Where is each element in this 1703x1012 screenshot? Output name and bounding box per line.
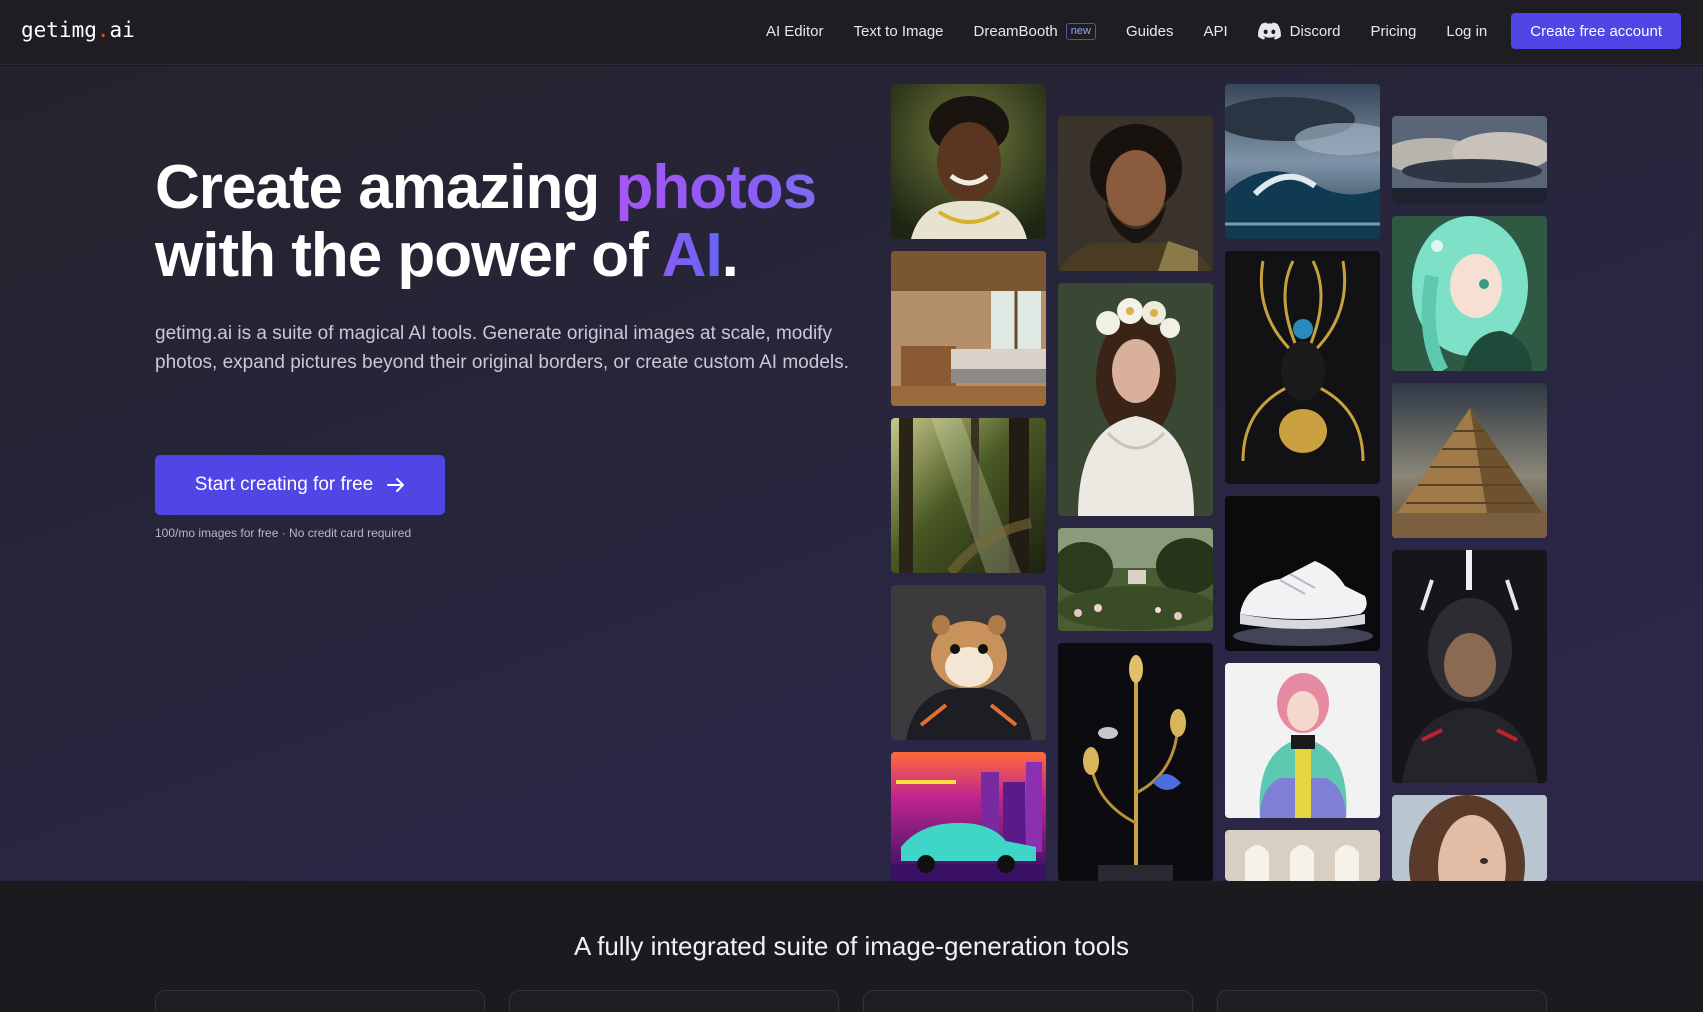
woman-portrait-image[interactable] — [1392, 795, 1547, 881]
bedroom-interior-image[interactable] — [891, 251, 1046, 406]
feature-card[interactable] — [1217, 990, 1547, 1012]
nav-api[interactable]: API — [1203, 23, 1227, 40]
main-nav: AI Editor Text to Image DreamBooth new G… — [766, 13, 1681, 49]
top-navbar: getimg.ai AI Editor Text to Image DreamB… — [0, 0, 1703, 65]
portrait-smiling-man-image[interactable] — [891, 84, 1046, 239]
nav-guides[interactable]: Guides — [1126, 23, 1174, 40]
nav-login[interactable]: Log in — [1446, 23, 1487, 40]
golden-mask-figure-image[interactable] — [1225, 251, 1380, 484]
synthwave-car-image[interactable] — [891, 752, 1046, 881]
feature-card[interactable] — [863, 990, 1193, 1012]
feature-card[interactable] — [155, 990, 485, 1012]
hero-section: Create amazing photos with the power of … — [0, 66, 1703, 881]
flower-crown-woman-image[interactable] — [1058, 283, 1213, 516]
stormy-ocean-image[interactable] — [1225, 84, 1380, 239]
features-section: A fully integrated suite of image-genera… — [0, 881, 1703, 1012]
features-title: A fully integrated suite of image-genera… — [573, 931, 1129, 961]
create-account-button[interactable]: Create free account — [1511, 13, 1681, 49]
golden-plant-sculpture-image[interactable] — [1058, 643, 1213, 881]
arched-windows-interior-image[interactable] — [1225, 830, 1380, 881]
nav-ai-editor[interactable]: AI Editor — [766, 23, 824, 40]
nav-pricing[interactable]: Pricing — [1371, 23, 1417, 40]
feature-card[interactable] — [509, 990, 839, 1012]
nav-discord[interactable]: Discord — [1257, 22, 1341, 40]
nav-text-to-image[interactable]: Text to Image — [853, 23, 943, 40]
white-sneaker-image[interactable] — [1225, 496, 1380, 651]
nav-dreambooth[interactable]: DreamBooth new — [974, 22, 1096, 40]
cloudy-sky-image[interactable] — [1392, 116, 1547, 204]
cyber-warrior-image[interactable] — [1392, 550, 1547, 783]
pink-hair-girl-3d-image[interactable] — [1225, 663, 1380, 818]
image-gallery — [0, 66, 1703, 881]
bearded-warrior-image[interactable] — [1058, 116, 1213, 271]
garden-landscape-image[interactable] — [1058, 528, 1213, 631]
forest-light-image[interactable] — [891, 418, 1046, 573]
discord-icon — [1257, 22, 1281, 40]
logo[interactable]: getimg.ai — [21, 18, 135, 42]
new-badge: new — [1065, 22, 1096, 40]
anime-teal-hair-image[interactable] — [1392, 216, 1547, 371]
pyramid-image[interactable] — [1392, 383, 1547, 538]
hamster-astronaut-image[interactable] — [891, 585, 1046, 740]
